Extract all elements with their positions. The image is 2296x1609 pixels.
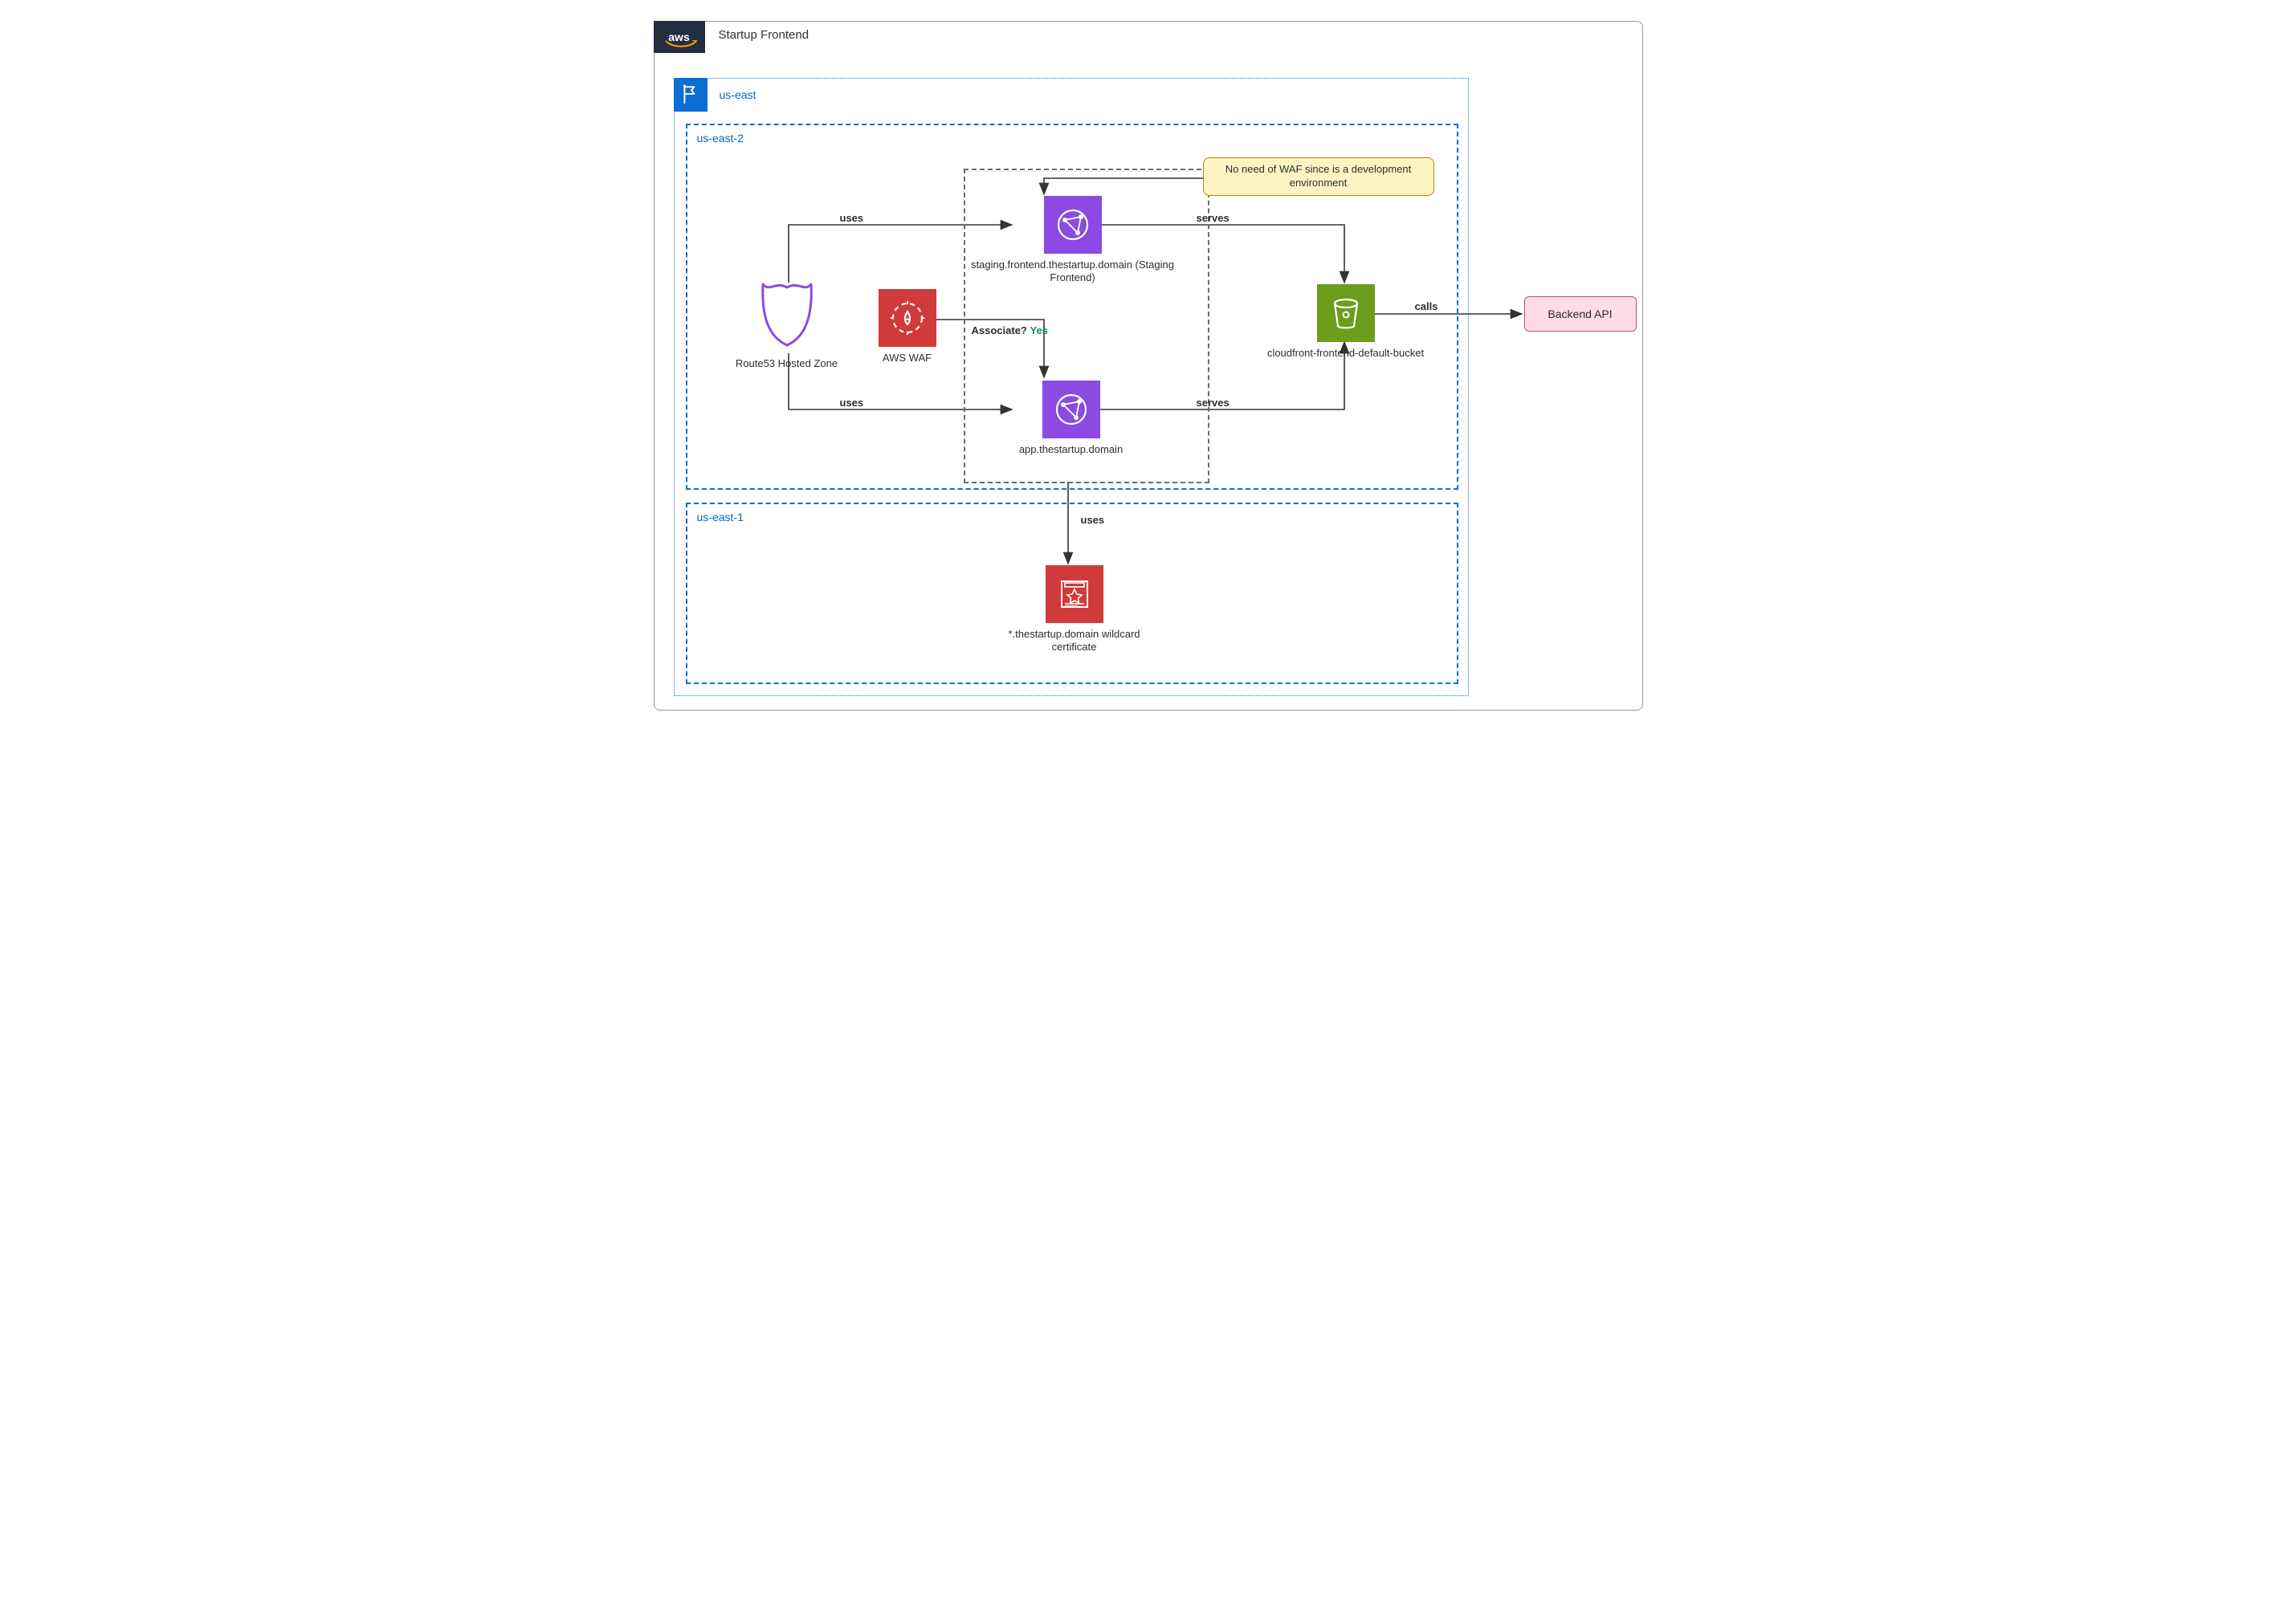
firewall-icon (879, 289, 936, 347)
node-staging-cloudfront: staging.frontend.thestartup.domain (Stag… (969, 196, 1177, 285)
certificate-icon (1046, 565, 1103, 623)
edge-label-uses-cert: uses (1081, 514, 1105, 526)
edge-label-calls: calls (1415, 300, 1438, 312)
node-backend-api: Backend API (1524, 296, 1637, 332)
edge-label-associate: Associate? Yes (972, 324, 1048, 336)
node-waf-label: AWS WAF (883, 352, 932, 365)
edge-label-serves-bottom: serves (1197, 397, 1230, 409)
edge-label-uses-bottom: uses (840, 397, 864, 409)
flag-icon (680, 84, 701, 105)
note-line1: No need of WAF since is a development (1225, 163, 1411, 175)
aws-logo-badge: aws (654, 21, 705, 53)
edge-label-uses-top: uses (840, 212, 864, 224)
node-backend-label: Backend API (1548, 308, 1612, 320)
node-app-cloudfront: app.thestartup.domain (991, 381, 1152, 456)
globe-network-icon (1044, 196, 1102, 254)
region-label-useast1: us-east-1 (697, 511, 744, 523)
node-certificate: *.thestartup.domain wildcard certificate (994, 565, 1155, 654)
account-flag-badge (674, 78, 708, 112)
node-bucket-label: cloudfront-frontend-default-bucket (1267, 347, 1424, 360)
region-label-useast2: us-east-2 (697, 132, 744, 145)
edge-label-associate-text: Associate? (972, 324, 1030, 336)
node-cert-label: *.thestartup.domain wildcard certificate (994, 628, 1155, 654)
account-label: us-east (720, 88, 756, 101)
globe-network-icon (1042, 381, 1100, 438)
node-route53-label: Route53 Hosted Zone (736, 357, 838, 370)
node-app-label: app.thestartup.domain (1019, 443, 1123, 456)
bucket-icon (1317, 284, 1375, 342)
shield-icon (753, 273, 821, 352)
aws-smile-icon (665, 40, 697, 48)
node-waf: AWS WAF (859, 289, 956, 365)
frame-title: Startup Frontend (719, 28, 810, 42)
edge-label-serves-top: serves (1197, 212, 1230, 224)
node-bucket: cloudfront-frontend-default-bucket (1250, 284, 1442, 360)
edge-label-associate-yes: Yes (1030, 324, 1047, 336)
node-staging-label: staging.frontend.thestartup.domain (Stag… (969, 259, 1177, 285)
diagram-canvas: aws Startup Frontend us-east us-east-2 (634, 0, 1662, 723)
node-route53: Route53 Hosted Zone (731, 273, 843, 370)
note-waf-dev: No need of WAF since is a development en… (1203, 157, 1434, 196)
note-line2: environment (1290, 177, 1348, 189)
